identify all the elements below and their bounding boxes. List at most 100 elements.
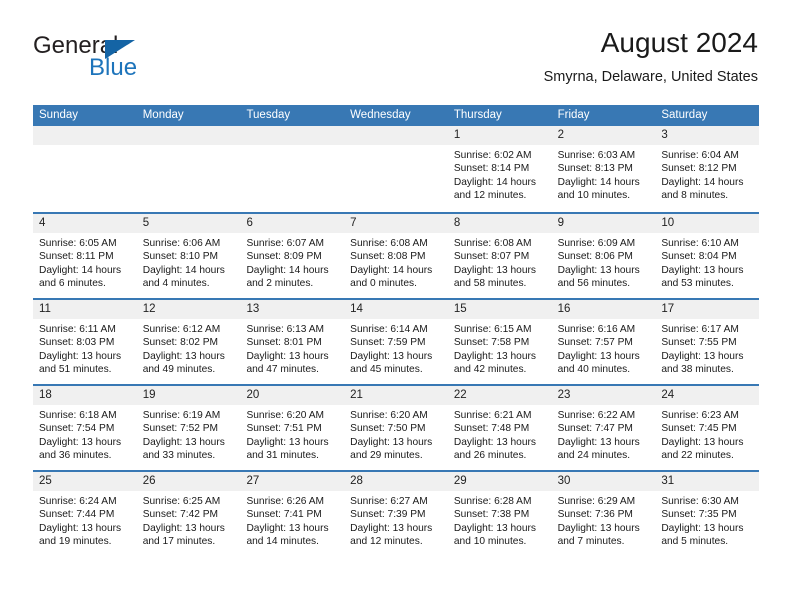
calendar-day-cell[interactable]: 6 Sunrise: 6:07 AM Sunset: 8:09 PM Daylight…	[240, 214, 345, 298]
sunset-time: Sunset: 8:10 PM	[142, 251, 219, 263]
daylight-duration-line2: and 47 minutes.	[246, 364, 319, 376]
sunset-time: Sunset: 7:47 PM	[557, 423, 633, 435]
sunset-time: Sunset: 7:58 PM	[453, 337, 530, 349]
daylight-duration-line1: Daylight: 13 hours	[453, 350, 536, 362]
calendar-day-cell[interactable]: 26 Sunrise: 6:25 AM Sunset: 7:42 PM Dayligh…	[136, 472, 241, 556]
calendar-day-cell[interactable]: 28 Sunrise: 6:27 AM Sunset: 7:39 PM Dayligh…	[344, 472, 448, 556]
daylight-duration-line1: Daylight: 13 hours	[661, 522, 744, 534]
daylight-duration-line1: Daylight: 14 hours	[246, 264, 329, 276]
general-blue-logo[interactable]: General Blue	[33, 32, 263, 92]
calendar-day-cell[interactable]: 11 Sunrise: 6:11 AM Sunset: 8:03 PM Dayligh…	[33, 300, 137, 384]
day-details: Sunrise: 6:17 AM Sunset: 7:55 PM Daylight:…	[655, 319, 759, 377]
day-number: 6	[240, 214, 345, 233]
calendar-day-cell[interactable]: 17 Sunrise: 6:17 AM Sunset: 7:55 PM Dayligh…	[655, 300, 760, 384]
sunrise-time: Sunrise: 6:08 AM	[453, 238, 532, 249]
calendar-day-cell[interactable]: 2 Sunrise: 6:03 AM Sunset: 8:13 PM Daylight…	[551, 126, 656, 212]
day-details: Sunrise: 6:08 AM Sunset: 8:08 PM Daylight:…	[344, 233, 448, 291]
calendar-day-cell[interactable]: 24 Sunrise: 6:23 AM Sunset: 7:45 PM Dayligh…	[655, 386, 760, 470]
daylight-duration-line2: and 26 minutes.	[453, 450, 527, 462]
daylight-duration-line2: and 31 minutes.	[246, 450, 319, 462]
sunset-time: Sunset: 8:07 PM	[453, 251, 530, 263]
sunrise-time: Sunrise: 6:26 AM	[246, 496, 325, 507]
daylight-duration-line1: Daylight: 13 hours	[453, 264, 536, 276]
day-number: 18	[33, 386, 137, 405]
calendar-day-cell[interactable]: 14 Sunrise: 6:14 AM Sunset: 7:59 PM Dayligh…	[344, 300, 448, 384]
sunset-time: Sunset: 7:57 PM	[557, 337, 633, 349]
sunrise-time: Sunrise: 6:28 AM	[453, 496, 532, 507]
calendar-day-cell[interactable]: 1 Sunrise: 6:02 AM Sunset: 8:14 PM Daylight…	[447, 126, 552, 212]
day-number: 25	[33, 472, 137, 491]
sunset-time: Sunset: 7:59 PM	[350, 337, 426, 349]
day-of-week-sunday: Sunday	[39, 109, 79, 121]
daylight-duration-line1: Daylight: 13 hours	[350, 436, 433, 448]
sunset-time: Sunset: 7:54 PM	[39, 423, 115, 435]
sunset-time: Sunset: 7:38 PM	[453, 509, 530, 521]
calendar-day-cell[interactable]: 10 Sunrise: 6:10 AM Sunset: 8:04 PM Dayligh…	[655, 214, 760, 298]
day-number: 23	[551, 386, 656, 405]
daylight-duration-line2: and 2 minutes.	[246, 278, 314, 290]
sunrise-time: Sunrise: 6:04 AM	[661, 150, 739, 161]
daylight-duration-line2: and 56 minutes.	[557, 278, 631, 290]
calendar-day-cell[interactable]: 3 Sunrise: 6:04 AM Sunset: 8:12 PM Daylight…	[655, 126, 760, 212]
day-number: 11	[33, 300, 137, 319]
calendar-day-cell[interactable]: 8 Sunrise: 6:08 AM Sunset: 8:07 PM Daylight…	[447, 214, 552, 298]
calendar-day-cell[interactable]: 30 Sunrise: 6:29 AM Sunset: 7:36 PM Dayligh…	[551, 472, 656, 556]
daylight-duration-line1: Daylight: 14 hours	[39, 264, 122, 276]
calendar-day-cell[interactable]: 22 Sunrise: 6:21 AM Sunset: 7:48 PM Dayligh…	[447, 386, 552, 470]
sunset-time: Sunset: 8:13 PM	[557, 163, 633, 175]
calendar-week-row: 4 Sunrise: 6:05 AM Sunset: 8:11 PM Daylight…	[33, 212, 760, 298]
day-details: Sunrise: 6:21 AM Sunset: 7:48 PM Daylight:…	[448, 405, 552, 463]
sunrise-time: Sunrise: 6:14 AM	[350, 324, 428, 335]
day-of-week-thursday: Thursday	[453, 109, 502, 121]
day-number: 28	[344, 472, 448, 491]
day-details: Sunrise: 6:11 AM Sunset: 8:03 PM Daylight:…	[33, 319, 137, 377]
daylight-duration-line1: Daylight: 13 hours	[246, 350, 329, 362]
calendar-day-cell[interactable]: 7 Sunrise: 6:08 AM Sunset: 8:08 PM Daylight…	[344, 214, 448, 298]
calendar-day-cell[interactable]: 16 Sunrise: 6:16 AM Sunset: 7:57 PM Dayligh…	[551, 300, 656, 384]
day-details: Sunrise: 6:20 AM Sunset: 7:51 PM Daylight:…	[240, 405, 344, 463]
day-details: Sunrise: 6:18 AM Sunset: 7:54 PM Daylight:…	[33, 405, 137, 463]
daylight-duration-line2: and 7 minutes.	[557, 536, 625, 548]
day-number: 29	[447, 472, 552, 491]
sunset-time: Sunset: 8:03 PM	[39, 337, 115, 349]
calendar-day-cell[interactable]: 18 Sunrise: 6:18 AM Sunset: 7:54 PM Dayligh…	[33, 386, 137, 470]
page-subtitle-location: Smyrna, Delaware, United States	[543, 69, 758, 85]
calendar-day-cell[interactable]: 12 Sunrise: 6:12 AM Sunset: 8:02 PM Dayligh…	[136, 300, 241, 384]
day-number: 20	[240, 386, 345, 405]
sunrise-time: Sunrise: 6:11 AM	[39, 324, 116, 335]
daylight-duration-line1: Daylight: 13 hours	[557, 436, 640, 448]
day-details: Sunrise: 6:15 AM Sunset: 7:58 PM Daylight:…	[448, 319, 552, 377]
calendar-day-cell[interactable]: 25 Sunrise: 6:24 AM Sunset: 7:44 PM Dayligh…	[33, 472, 137, 556]
sunrise-time: Sunrise: 6:24 AM	[39, 496, 117, 507]
calendar-day-cell[interactable]: 31 Sunrise: 6:30 AM Sunset: 7:35 PM Dayligh…	[655, 472, 760, 556]
calendar-day-cell[interactable]: 29 Sunrise: 6:28 AM Sunset: 7:38 PM Dayligh…	[447, 472, 552, 556]
daylight-duration-line1: Daylight: 13 hours	[661, 350, 744, 362]
calendar-day-cell[interactable]: 19 Sunrise: 6:19 AM Sunset: 7:52 PM Dayligh…	[136, 386, 241, 470]
calendar-day-cell[interactable]: 13 Sunrise: 6:13 AM Sunset: 8:01 PM Dayligh…	[240, 300, 345, 384]
calendar-day-cell[interactable]: 15 Sunrise: 6:15 AM Sunset: 7:58 PM Dayligh…	[447, 300, 552, 384]
daylight-duration-line1: Daylight: 13 hours	[661, 436, 744, 448]
sunrise-time: Sunrise: 6:08 AM	[350, 238, 428, 249]
day-number	[344, 126, 448, 145]
daylight-duration-line1: Daylight: 14 hours	[142, 264, 225, 276]
calendar-day-cell[interactable]: 23 Sunrise: 6:22 AM Sunset: 7:47 PM Dayligh…	[551, 386, 656, 470]
daylight-duration-line1: Daylight: 14 hours	[453, 176, 536, 188]
calendar-day-cell[interactable]: 9 Sunrise: 6:09 AM Sunset: 8:06 PM Daylight…	[551, 214, 656, 298]
calendar-day-cell[interactable]: 5 Sunrise: 6:06 AM Sunset: 8:10 PM Daylight…	[136, 214, 241, 298]
calendar-day-cell[interactable]: 27 Sunrise: 6:26 AM Sunset: 7:41 PM Dayligh…	[240, 472, 345, 556]
calendar-day-cell[interactable]: 4 Sunrise: 6:05 AM Sunset: 8:11 PM Daylight…	[33, 214, 137, 298]
day-number: 12	[136, 300, 241, 319]
sunrise-time: Sunrise: 6:29 AM	[557, 496, 636, 507]
daylight-duration-line1: Daylight: 14 hours	[557, 176, 640, 188]
calendar-day-cell[interactable]: 21 Sunrise: 6:20 AM Sunset: 7:50 PM Dayligh…	[344, 386, 448, 470]
sunset-time: Sunset: 7:45 PM	[661, 423, 737, 435]
day-details: Sunrise: 6:23 AM Sunset: 7:45 PM Daylight:…	[655, 405, 759, 463]
calendar-day-cell[interactable]: 20 Sunrise: 6:20 AM Sunset: 7:51 PM Dayligh…	[240, 386, 345, 470]
day-number: 2	[551, 126, 656, 145]
daylight-duration-line2: and 40 minutes.	[557, 364, 631, 376]
daylight-duration-line1: Daylight: 13 hours	[39, 350, 122, 362]
sunset-time: Sunset: 7:48 PM	[453, 423, 530, 435]
sunrise-time: Sunrise: 6:09 AM	[557, 238, 636, 249]
daylight-duration-line2: and 38 minutes.	[661, 364, 734, 376]
day-number	[240, 126, 345, 145]
